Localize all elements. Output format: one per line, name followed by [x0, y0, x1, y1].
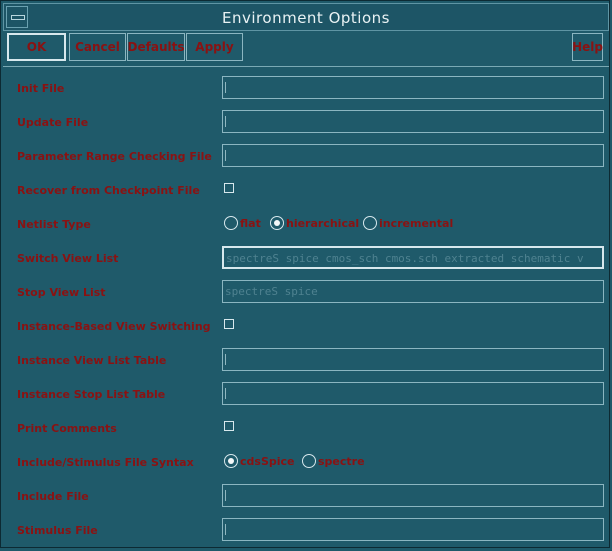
help-button[interactable]: Help — [572, 33, 603, 61]
print-comments-checkbox[interactable] — [224, 421, 234, 431]
include-stimulus-file-syntax-row: Include/Stimulus File Syntax cdsSpice sp… — [3, 449, 609, 483]
instance-view-list-table-field[interactable] — [222, 348, 604, 371]
apply-button[interactable]: Apply — [186, 33, 243, 61]
parameter-range-checking-file-row: Parameter Range Checking File — [3, 143, 609, 177]
instance-based-view-switching-checkbox[interactable] — [224, 319, 234, 329]
include-file-row: Include File — [3, 483, 609, 517]
text-cursor — [225, 354, 226, 365]
print-comments-label: Print Comments — [17, 422, 117, 435]
netlist-type-hierarchical-label: hierarchical — [286, 216, 360, 230]
title-bar[interactable]: Environment Options — [3, 3, 609, 31]
defaults-button[interactable]: Defaults — [127, 33, 185, 61]
netlist-type-flat-label: flat — [240, 216, 261, 230]
cancel-button[interactable]: Cancel — [69, 33, 126, 61]
update-file-label: Update File — [17, 116, 89, 129]
netlist-type-label: Netlist Type — [17, 218, 91, 231]
radio-selected-icon — [270, 216, 284, 230]
stop-view-list-field[interactable]: spectreS spice — [222, 280, 604, 303]
netlist-type-incremental-radio[interactable]: incremental — [363, 213, 453, 233]
syntax-cdsspice-radio[interactable]: cdsSpice — [224, 451, 295, 471]
netlist-type-incremental-label: incremental — [379, 216, 454, 230]
include-file-label: Include File — [17, 490, 89, 503]
text-cursor — [225, 524, 226, 535]
window-title: Environment Options — [222, 9, 390, 27]
include-stimulus-file-syntax-label: Include/Stimulus File Syntax — [17, 456, 194, 469]
stimulus-file-label: Stimulus File — [17, 524, 98, 537]
instance-stop-list-table-field[interactable] — [222, 382, 604, 405]
environment-options-window: Environment Options OK Cancel Defaults A… — [0, 0, 610, 548]
netlist-type-hierarchical-radio[interactable]: hierarchical — [270, 213, 359, 233]
stop-view-list-row: Stop View List spectreS spice — [3, 279, 609, 313]
text-cursor — [225, 150, 226, 161]
instance-stop-list-table-label: Instance Stop List Table — [17, 388, 166, 401]
radio-unselected-icon — [302, 454, 316, 468]
stimulus-file-field[interactable] — [222, 518, 604, 541]
switch-view-list-label: Switch View List — [17, 252, 119, 265]
init-file-field[interactable] — [222, 76, 604, 99]
stimulus-file-row: Stimulus File — [3, 517, 609, 551]
netlist-type-row: Netlist Type flat hierarchical increment… — [3, 211, 609, 245]
text-cursor — [225, 388, 226, 399]
syntax-spectre-label: spectre — [318, 454, 365, 468]
init-file-row: Init File — [3, 75, 609, 109]
instance-based-view-switching-label: Instance-Based View Switching — [17, 320, 211, 333]
switch-view-list-row: Switch View List spectreS spice cmos_sch… — [3, 245, 609, 279]
syntax-cdsspice-label: cdsSpice — [240, 454, 295, 468]
radio-unselected-icon — [363, 216, 377, 230]
button-bar: OK Cancel Defaults Apply Help — [3, 31, 609, 65]
ok-button[interactable]: OK — [7, 33, 66, 61]
radio-selected-icon — [224, 454, 238, 468]
syntax-spectre-radio[interactable]: spectre — [302, 451, 365, 471]
text-cursor — [225, 82, 226, 93]
init-file-label: Init File — [17, 82, 65, 95]
text-cursor — [225, 116, 226, 127]
instance-view-list-table-row: Instance View List Table — [3, 347, 609, 381]
recover-from-checkpoint-file-checkbox[interactable] — [224, 183, 234, 193]
parameter-range-checking-file-label: Parameter Range Checking File — [17, 150, 212, 163]
update-file-field[interactable] — [222, 110, 604, 133]
parameter-range-checking-file-field[interactable] — [222, 144, 604, 167]
netlist-type-flat-radio[interactable]: flat — [224, 213, 261, 233]
instance-based-view-switching-row: Instance-Based View Switching — [3, 313, 609, 347]
text-cursor — [225, 490, 226, 501]
recover-from-checkpoint-file-row: Recover from Checkpoint File — [3, 177, 609, 211]
update-file-row: Update File — [3, 109, 609, 143]
switch-view-list-field[interactable]: spectreS spice cmos_sch cmos.sch extract… — [222, 246, 604, 269]
recover-from-checkpoint-file-label: Recover from Checkpoint File — [17, 184, 200, 197]
stop-view-list-label: Stop View List — [17, 286, 106, 299]
radio-unselected-icon — [224, 216, 238, 230]
print-comments-row: Print Comments — [3, 415, 609, 449]
instance-stop-list-table-row: Instance Stop List Table — [3, 381, 609, 415]
options-panel: Init File Update File Parameter Range Ch… — [3, 67, 609, 547]
instance-view-list-table-label: Instance View List Table — [17, 354, 167, 367]
include-file-field[interactable] — [222, 484, 604, 507]
